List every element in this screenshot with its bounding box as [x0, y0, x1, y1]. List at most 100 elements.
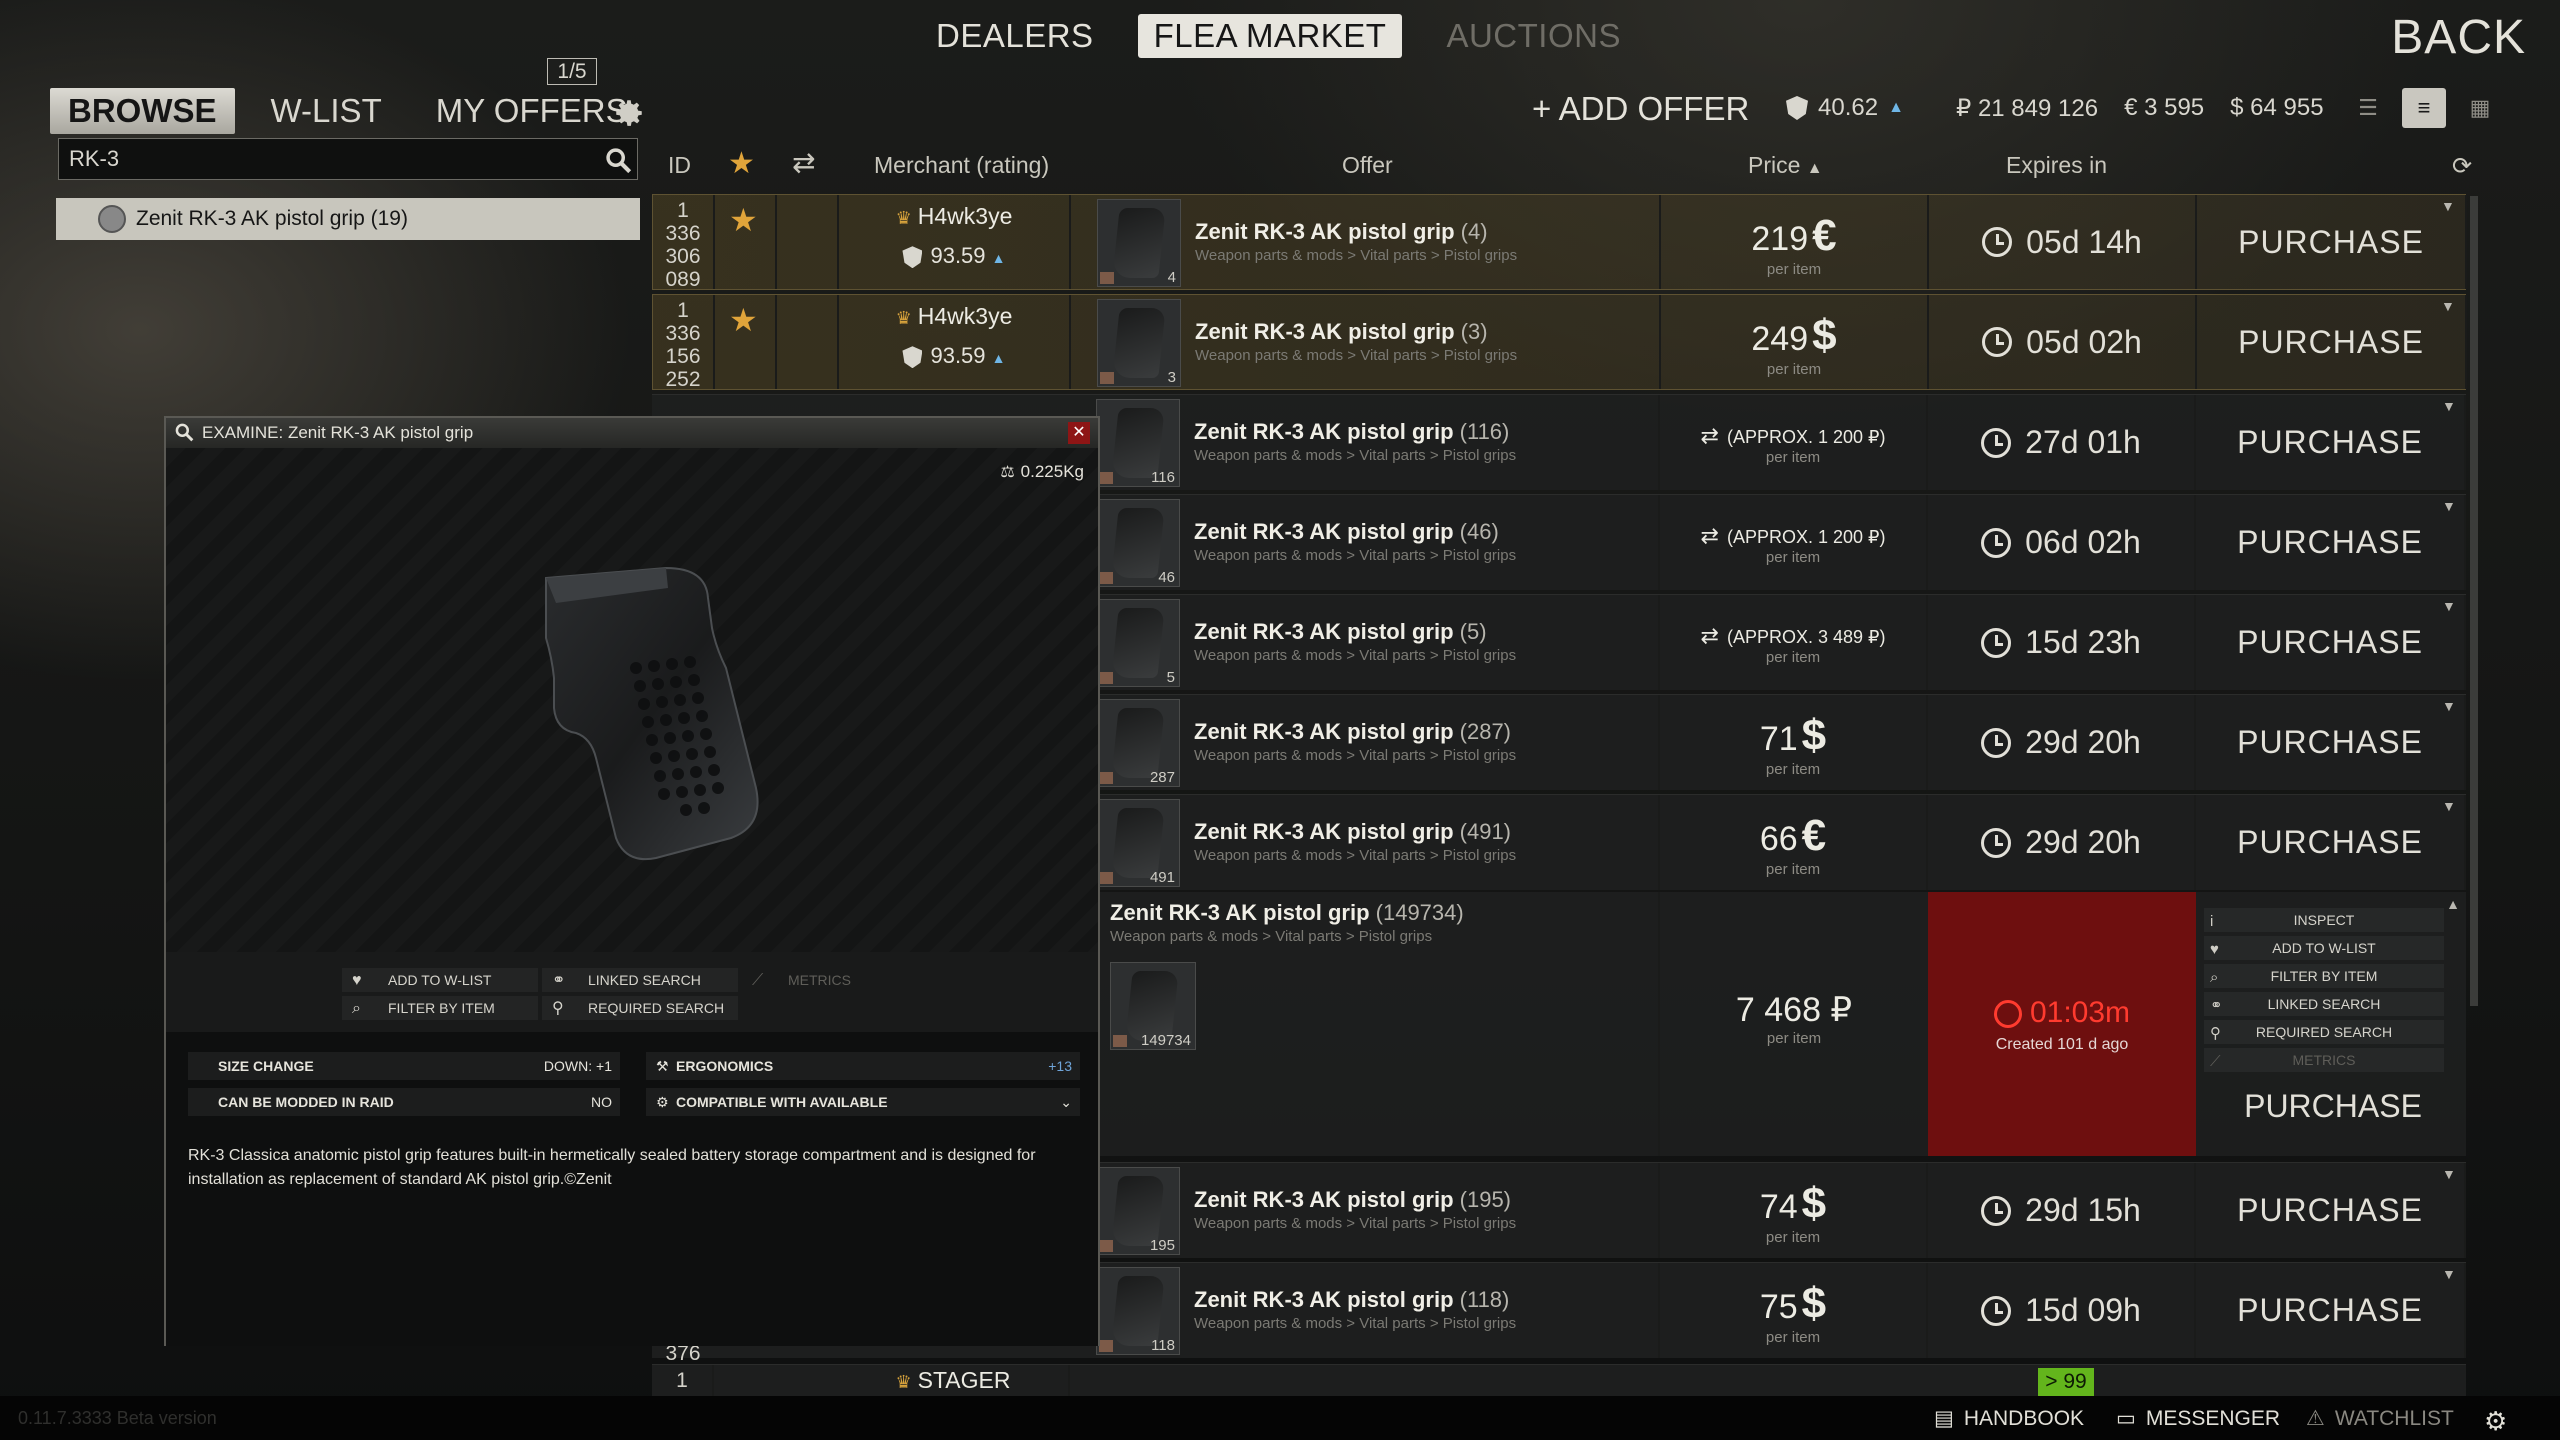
item-thumbnail[interactable]: 4: [1097, 199, 1181, 287]
item-thumbnail[interactable]: 116: [1096, 399, 1180, 487]
chevron-down-icon[interactable]: ▼: [2442, 499, 2460, 513]
chevron-down-icon[interactable]: ▼: [2441, 199, 2459, 213]
item-thumbnail[interactable]: 149734: [1110, 962, 1196, 1050]
item-preview[interactable]: ⚖ 0.225Kg: [166, 448, 1098, 952]
merchant-name[interactable]: H4wk3ye: [918, 203, 1013, 229]
item-description: RK-3 Classica anatomic pistol grip featu…: [188, 1147, 1036, 1188]
merchant-cell[interactable]: ♛ STAGER: [838, 1365, 1070, 1396]
table-row[interactable]: 1 ♛ STAGER: [652, 1364, 2466, 1396]
purchase-button[interactable]: PURCHASE: [2196, 395, 2466, 490]
offer-name[interactable]: Zenit RK-3 AK pistol grip (491): [1194, 819, 1511, 845]
purchase-button[interactable]: PURCHASE: [2197, 195, 2467, 289]
favorite-cell[interactable]: ★: [715, 195, 777, 289]
offer-name[interactable]: Zenit RK-3 AK pistol grip (149734): [1110, 900, 1464, 926]
per-item-label: per item: [1765, 761, 1821, 778]
merchant-cell[interactable]: ♛ H4wk3ye 93.59 ▲: [839, 295, 1071, 389]
item-thumbnail[interactable]: 118: [1096, 1267, 1180, 1355]
settings-gear-icon[interactable]: ⚙: [2484, 1406, 2507, 1437]
compact-list-icon[interactable]: ☰: [2346, 88, 2390, 128]
offer-name[interactable]: Zenit RK-3 AK pistol grip (118): [1194, 1287, 1509, 1313]
item-thumbnail[interactable]: 3: [1097, 299, 1181, 387]
table-row[interactable]: 1 336 306 089 ★ ♛ H4wk3ye 93.59 ▲ 4 Zenit…: [652, 194, 2467, 291]
column-merchant[interactable]: Merchant (rating): [874, 152, 1049, 179]
purchase-button[interactable]: PURCHASE: [2196, 495, 2466, 590]
add-wlist-menu-item[interactable]: ♥ ADD TO W-LIST: [2204, 936, 2444, 960]
grid-view-icon[interactable]: ▦: [2458, 88, 2502, 128]
chevron-down-icon[interactable]: ▼: [2442, 399, 2460, 413]
purchase-button[interactable]: PURCHASE: [2196, 695, 2466, 790]
item-thumbnail[interactable]: 195: [1096, 1167, 1180, 1255]
chevron-down-icon[interactable]: ▼: [2442, 799, 2460, 813]
search-input[interactable]: [58, 138, 638, 180]
chevron-down-icon[interactable]: ▼: [2441, 299, 2459, 313]
purchase-button[interactable]: PURCHASE: [2200, 1088, 2466, 1125]
back-button[interactable]: BACK: [2391, 10, 2526, 65]
tab-dealers[interactable]: DEALERS: [920, 14, 1110, 58]
table-row[interactable]: 1 336 156 252 ★ ♛ H4wk3ye 93.59 ▲ 3 Zenit…: [652, 294, 2467, 391]
expanded-offer-row[interactable]: Zenit RK-3 AK pistol grip (149734) Weapo…: [1100, 892, 2466, 1156]
column-expires[interactable]: Expires in: [2006, 152, 2107, 179]
arrow-up-icon: ▲: [991, 250, 1006, 266]
star-icon[interactable]: ★: [728, 146, 755, 181]
star-icon[interactable]: ★: [729, 301, 758, 339]
search-icon[interactable]: [604, 146, 632, 174]
chevron-down-icon[interactable]: ▼: [2442, 599, 2460, 613]
offer-name[interactable]: Zenit RK-3 AK pistol grip (287): [1194, 719, 1511, 745]
handbook-button[interactable]: ▤ HANDBOOK: [1934, 1406, 2084, 1431]
gear-icon[interactable]: [612, 96, 646, 130]
merchant-cell[interactable]: ♛ H4wk3ye 93.59 ▲: [839, 195, 1071, 289]
add-offer-button[interactable]: + ADD OFFER: [1532, 90, 1749, 128]
chevron-down-icon[interactable]: ▼: [2442, 1267, 2460, 1281]
item-thumbnail[interactable]: 5: [1096, 599, 1180, 687]
chevron-down-icon[interactable]: ⌄: [1060, 1088, 1072, 1116]
merchant-name[interactable]: STAGER: [918, 1367, 1011, 1393]
required-search-button[interactable]: ⚲ REQUIRED SEARCH: [542, 996, 738, 1020]
favorite-cell[interactable]: ★: [715, 295, 777, 389]
item-thumbnail[interactable]: 287: [1096, 699, 1180, 787]
close-icon[interactable]: ✕: [1068, 422, 1090, 444]
barter-icon[interactable]: ⇄: [792, 146, 815, 179]
list-view-icon[interactable]: ≡: [2402, 88, 2446, 128]
required-search-menu-item[interactable]: ⚲ REQUIRED SEARCH: [2204, 1020, 2444, 1044]
column-offer[interactable]: Offer: [1342, 152, 1393, 179]
messenger-button[interactable]: ▭ MESSENGER: [2116, 1406, 2280, 1431]
scrollbar[interactable]: [2470, 196, 2478, 1006]
examine-window[interactable]: EXAMINE: Zenit RK-3 AK pistol grip ✕ ⚖ 0.…: [164, 416, 1100, 1346]
purchase-button[interactable]: PURCHASE: [2196, 595, 2466, 690]
linked-search-menu-item[interactable]: ⚭ LINKED SEARCH: [2204, 992, 2444, 1016]
merchant-name[interactable]: H4wk3ye: [918, 303, 1013, 329]
offer-count: (46): [1459, 519, 1499, 544]
tab-flea-market[interactable]: FLEA MARKET: [1137, 14, 1403, 58]
refresh-icon[interactable]: ⟳: [2452, 152, 2472, 181]
examine-title-bar[interactable]: EXAMINE: Zenit RK-3 AK pistol grip ✕: [166, 418, 1098, 448]
offer-name[interactable]: Zenit RK-3 AK pistol grip (46): [1194, 519, 1499, 545]
purchase-button[interactable]: PURCHASE: [2196, 1163, 2466, 1258]
add-to-wlist-button[interactable]: ♥ ADD TO W-LIST: [342, 968, 538, 992]
purchase-button[interactable]: PURCHASE: [2197, 295, 2467, 389]
chevron-down-icon[interactable]: ▼: [2442, 699, 2460, 713]
watchlist-button[interactable]: ⚠ WATCHLIST: [2306, 1406, 2454, 1431]
offer-name[interactable]: Zenit RK-3 AK pistol grip (5): [1194, 619, 1487, 645]
offer-name[interactable]: Zenit RK-3 AK pistol grip (116): [1194, 419, 1509, 445]
search-result-item[interactable]: Zenit RK-3 AK pistol grip (19): [56, 198, 640, 240]
purchase-button[interactable]: PURCHASE: [2196, 795, 2466, 890]
column-price[interactable]: Price ▲: [1748, 152, 1823, 179]
column-id[interactable]: ID: [668, 152, 691, 179]
item-thumbnail[interactable]: 491: [1096, 799, 1180, 887]
tab-wlist[interactable]: W-LIST: [253, 88, 400, 134]
linked-search-button[interactable]: ⚭ LINKED SEARCH: [542, 968, 738, 992]
tab-auctions[interactable]: AUCTIONS: [1430, 14, 1637, 58]
compatible-dropdown[interactable]: ⚙ COMPATIBLE WITH AVAILABLE ⌄: [646, 1088, 1080, 1116]
inspect-menu-item[interactable]: i INSPECT: [2204, 908, 2444, 932]
item-thumbnail[interactable]: 46: [1096, 499, 1180, 587]
filter-by-item-menu-item[interactable]: ⌕ FILTER BY ITEM: [2204, 964, 2444, 988]
chevron-down-icon[interactable]: ▼: [2442, 1167, 2460, 1181]
offer-name[interactable]: Zenit RK-3 AK pistol grip (3): [1195, 319, 1488, 345]
star-icon[interactable]: ★: [729, 201, 758, 239]
offer-name[interactable]: Zenit RK-3 AK pistol grip (195): [1194, 1187, 1511, 1213]
purchase-button[interactable]: PURCHASE: [2196, 1263, 2466, 1358]
tab-browse[interactable]: BROWSE: [50, 88, 235, 134]
filter-by-item-button[interactable]: ⌕ FILTER BY ITEM: [342, 996, 538, 1020]
chevron-up-icon[interactable]: ▲: [2446, 896, 2460, 912]
offer-name[interactable]: Zenit RK-3 AK pistol grip (4): [1195, 219, 1488, 245]
